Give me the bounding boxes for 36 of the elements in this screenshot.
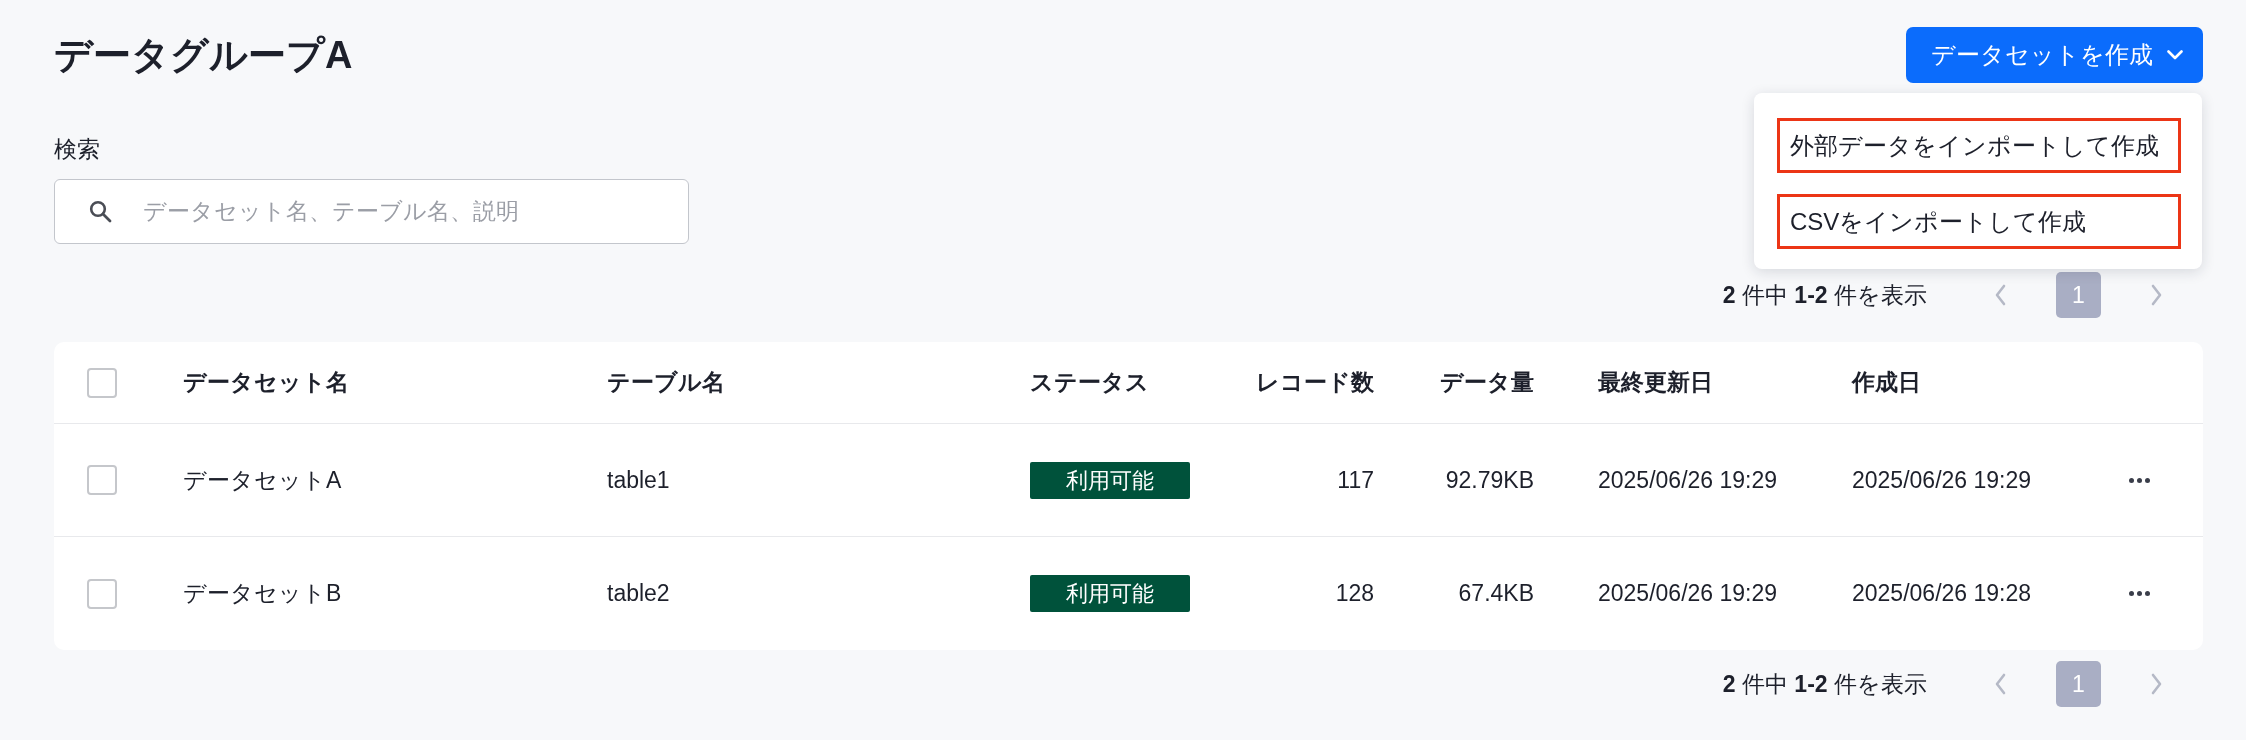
menu-item[interactable]: 外部データをインポートして作成: [1777, 118, 2181, 173]
data-size: 92.79KB: [1445, 466, 1534, 493]
chevron-down-icon: [2167, 50, 2183, 60]
created-date: 2025/06/26 19:28: [1852, 580, 2032, 607]
more-options-icon[interactable]: [2129, 477, 2150, 483]
record-count: 128: [1335, 580, 1374, 607]
table-name: table1: [607, 466, 670, 493]
search-label: 検索: [54, 135, 100, 164]
status-badge: 利用可能: [1030, 575, 1190, 612]
create-dataset-button[interactable]: データセットを作成: [1906, 27, 2203, 83]
column-header: ステータス: [1030, 369, 1149, 396]
dataset-name: データセットA: [183, 466, 342, 493]
select-all-checkbox[interactable]: [87, 367, 117, 398]
result-summary: 2 件中 1-2 件を表示: [1722, 280, 1927, 310]
updated-date: 2025/06/26 19:29: [1598, 466, 1778, 493]
row-checkbox[interactable]: [87, 465, 117, 495]
column-header: 最終更新日: [1598, 369, 1713, 396]
updated-date: 2025/06/26 19:29: [1598, 580, 1778, 607]
status-badge: 利用可能: [1030, 461, 1190, 499]
menu-item[interactable]: CSVをインポートして作成: [1777, 194, 2181, 249]
column-header: データ量: [1440, 369, 1534, 396]
search-field[interactable]: データセット名、テーブル名、説明: [54, 179, 689, 244]
dataset-name: データセットB: [183, 580, 342, 607]
column-header: レコード数: [1256, 369, 1374, 396]
search-icon: [89, 200, 112, 223]
record-count: 117: [1337, 466, 1374, 493]
column-header: テーブル名: [607, 369, 725, 396]
row-checkbox[interactable]: [87, 578, 117, 609]
table-name: table2: [607, 580, 670, 607]
page-title: データグループA: [54, 33, 353, 78]
column-header: 作成日: [1852, 369, 1921, 396]
data-size: 67.4KB: [1458, 580, 1534, 607]
more-options-icon[interactable]: [2129, 591, 2150, 596]
result-summary: 2 件中 1-2 件を表示: [1722, 669, 1927, 699]
created-date: 2025/06/26 19:29: [1852, 466, 2032, 493]
column-header: データセット名: [183, 369, 349, 396]
